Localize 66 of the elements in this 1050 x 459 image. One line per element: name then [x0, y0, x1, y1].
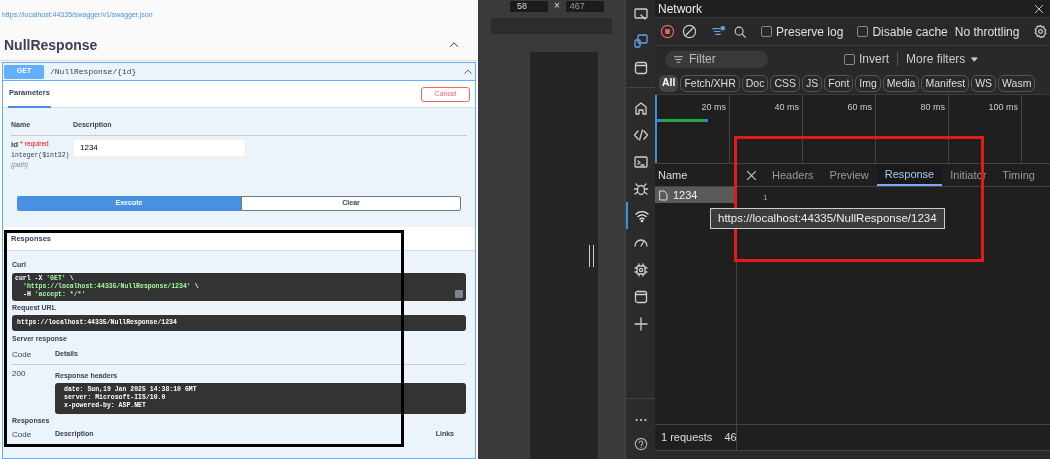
status-code: 200 [12, 367, 27, 380]
help-icon [633, 437, 648, 451]
type-filter-chip[interactable]: Media [882, 74, 920, 92]
parameter-name: id [11, 138, 19, 151]
device-icon [632, 32, 649, 49]
throttling-dropdown[interactable]: No throttling [954, 22, 1020, 41]
height-input[interactable]: 467 [565, 0, 604, 12]
document-icon [658, 189, 669, 201]
window-icon [632, 59, 649, 76]
type-filter-chip[interactable]: Wasm [998, 74, 1036, 92]
detail-tab[interactable]: Response [876, 164, 943, 186]
column-header: Code [12, 348, 33, 361]
tooltip: https://localhost:44335/NullResponse/1234 [710, 208, 945, 229]
window-icon [632, 288, 649, 305]
panel-title: Network [658, 0, 702, 18]
timing-bar [657, 119, 708, 122]
caret-down-icon [970, 54, 980, 64]
clear-icon [682, 24, 697, 39]
timeline-tick: 80 ms [920, 101, 945, 114]
column-header: Code [12, 428, 33, 441]
console-icon [632, 153, 649, 170]
timeline-tick: 100 ms [988, 101, 1018, 114]
type-filter-chip[interactable]: Manifest [921, 74, 970, 92]
type-filter-chip[interactable]: CSS [770, 74, 801, 92]
settings-icon [1033, 24, 1049, 39]
section-title: NullResponse [4, 35, 98, 55]
resize-handle[interactable] [589, 245, 594, 267]
id-input[interactable]: 1234 [73, 138, 246, 157]
filter-field[interactable]: Filter [665, 50, 768, 68]
type-filter-chip[interactable]: Img [855, 74, 881, 92]
disable-cache-checkbox[interactable]: Disable cache [857, 22, 948, 41]
transfer-size: 46 [724, 430, 737, 446]
detail-tab[interactable]: Preview [821, 164, 877, 186]
type-filter-chip[interactable]: WS [971, 74, 997, 92]
endpoint-path: /NullResponse/{id} [50, 65, 138, 78]
detail-tab[interactable]: Timing [994, 164, 1043, 186]
type-filter-chip[interactable]: Doc [741, 74, 769, 92]
checkbox-box[interactable] [761, 26, 772, 37]
invert-checkbox[interactable]: Invert [844, 50, 889, 68]
request-count: 1 requests [661, 430, 713, 446]
width-input[interactable]: 58 [510, 0, 548, 12]
search-icon [733, 24, 747, 39]
copy-icon [455, 289, 463, 298]
checkbox-box[interactable] [844, 53, 855, 65]
type-filter-chip[interactable]: JS [802, 74, 823, 92]
type-filter-chip[interactable]: Fetch/XHR [680, 74, 740, 92]
close-icon [1033, 2, 1045, 15]
detail-tab[interactable]: Headers [764, 164, 822, 186]
line-number: 1 [763, 192, 769, 204]
more-filters-dropdown[interactable]: More filters [906, 50, 980, 68]
plus-icon [632, 315, 649, 332]
timeline-tick: 40 ms [774, 101, 799, 114]
chip-icon [632, 261, 649, 278]
timeline-tick: 20 ms [701, 101, 726, 114]
dimension-separator: × [554, 1, 560, 11]
timeline-tick: 60 ms [847, 101, 872, 114]
preserve-log-checkbox[interactable]: Preserve log [761, 22, 844, 41]
screencast-icon [632, 5, 649, 22]
checkbox-box[interactable] [857, 26, 869, 37]
request-row[interactable]: 1234 [655, 187, 736, 203]
filter-icon [673, 53, 684, 65]
code-icon [632, 126, 649, 143]
close-icon [745, 168, 758, 182]
record-icon [660, 24, 675, 39]
type-filter-chip[interactable]: Font [824, 74, 854, 92]
type-filter-chip[interactable]: All [659, 74, 679, 92]
